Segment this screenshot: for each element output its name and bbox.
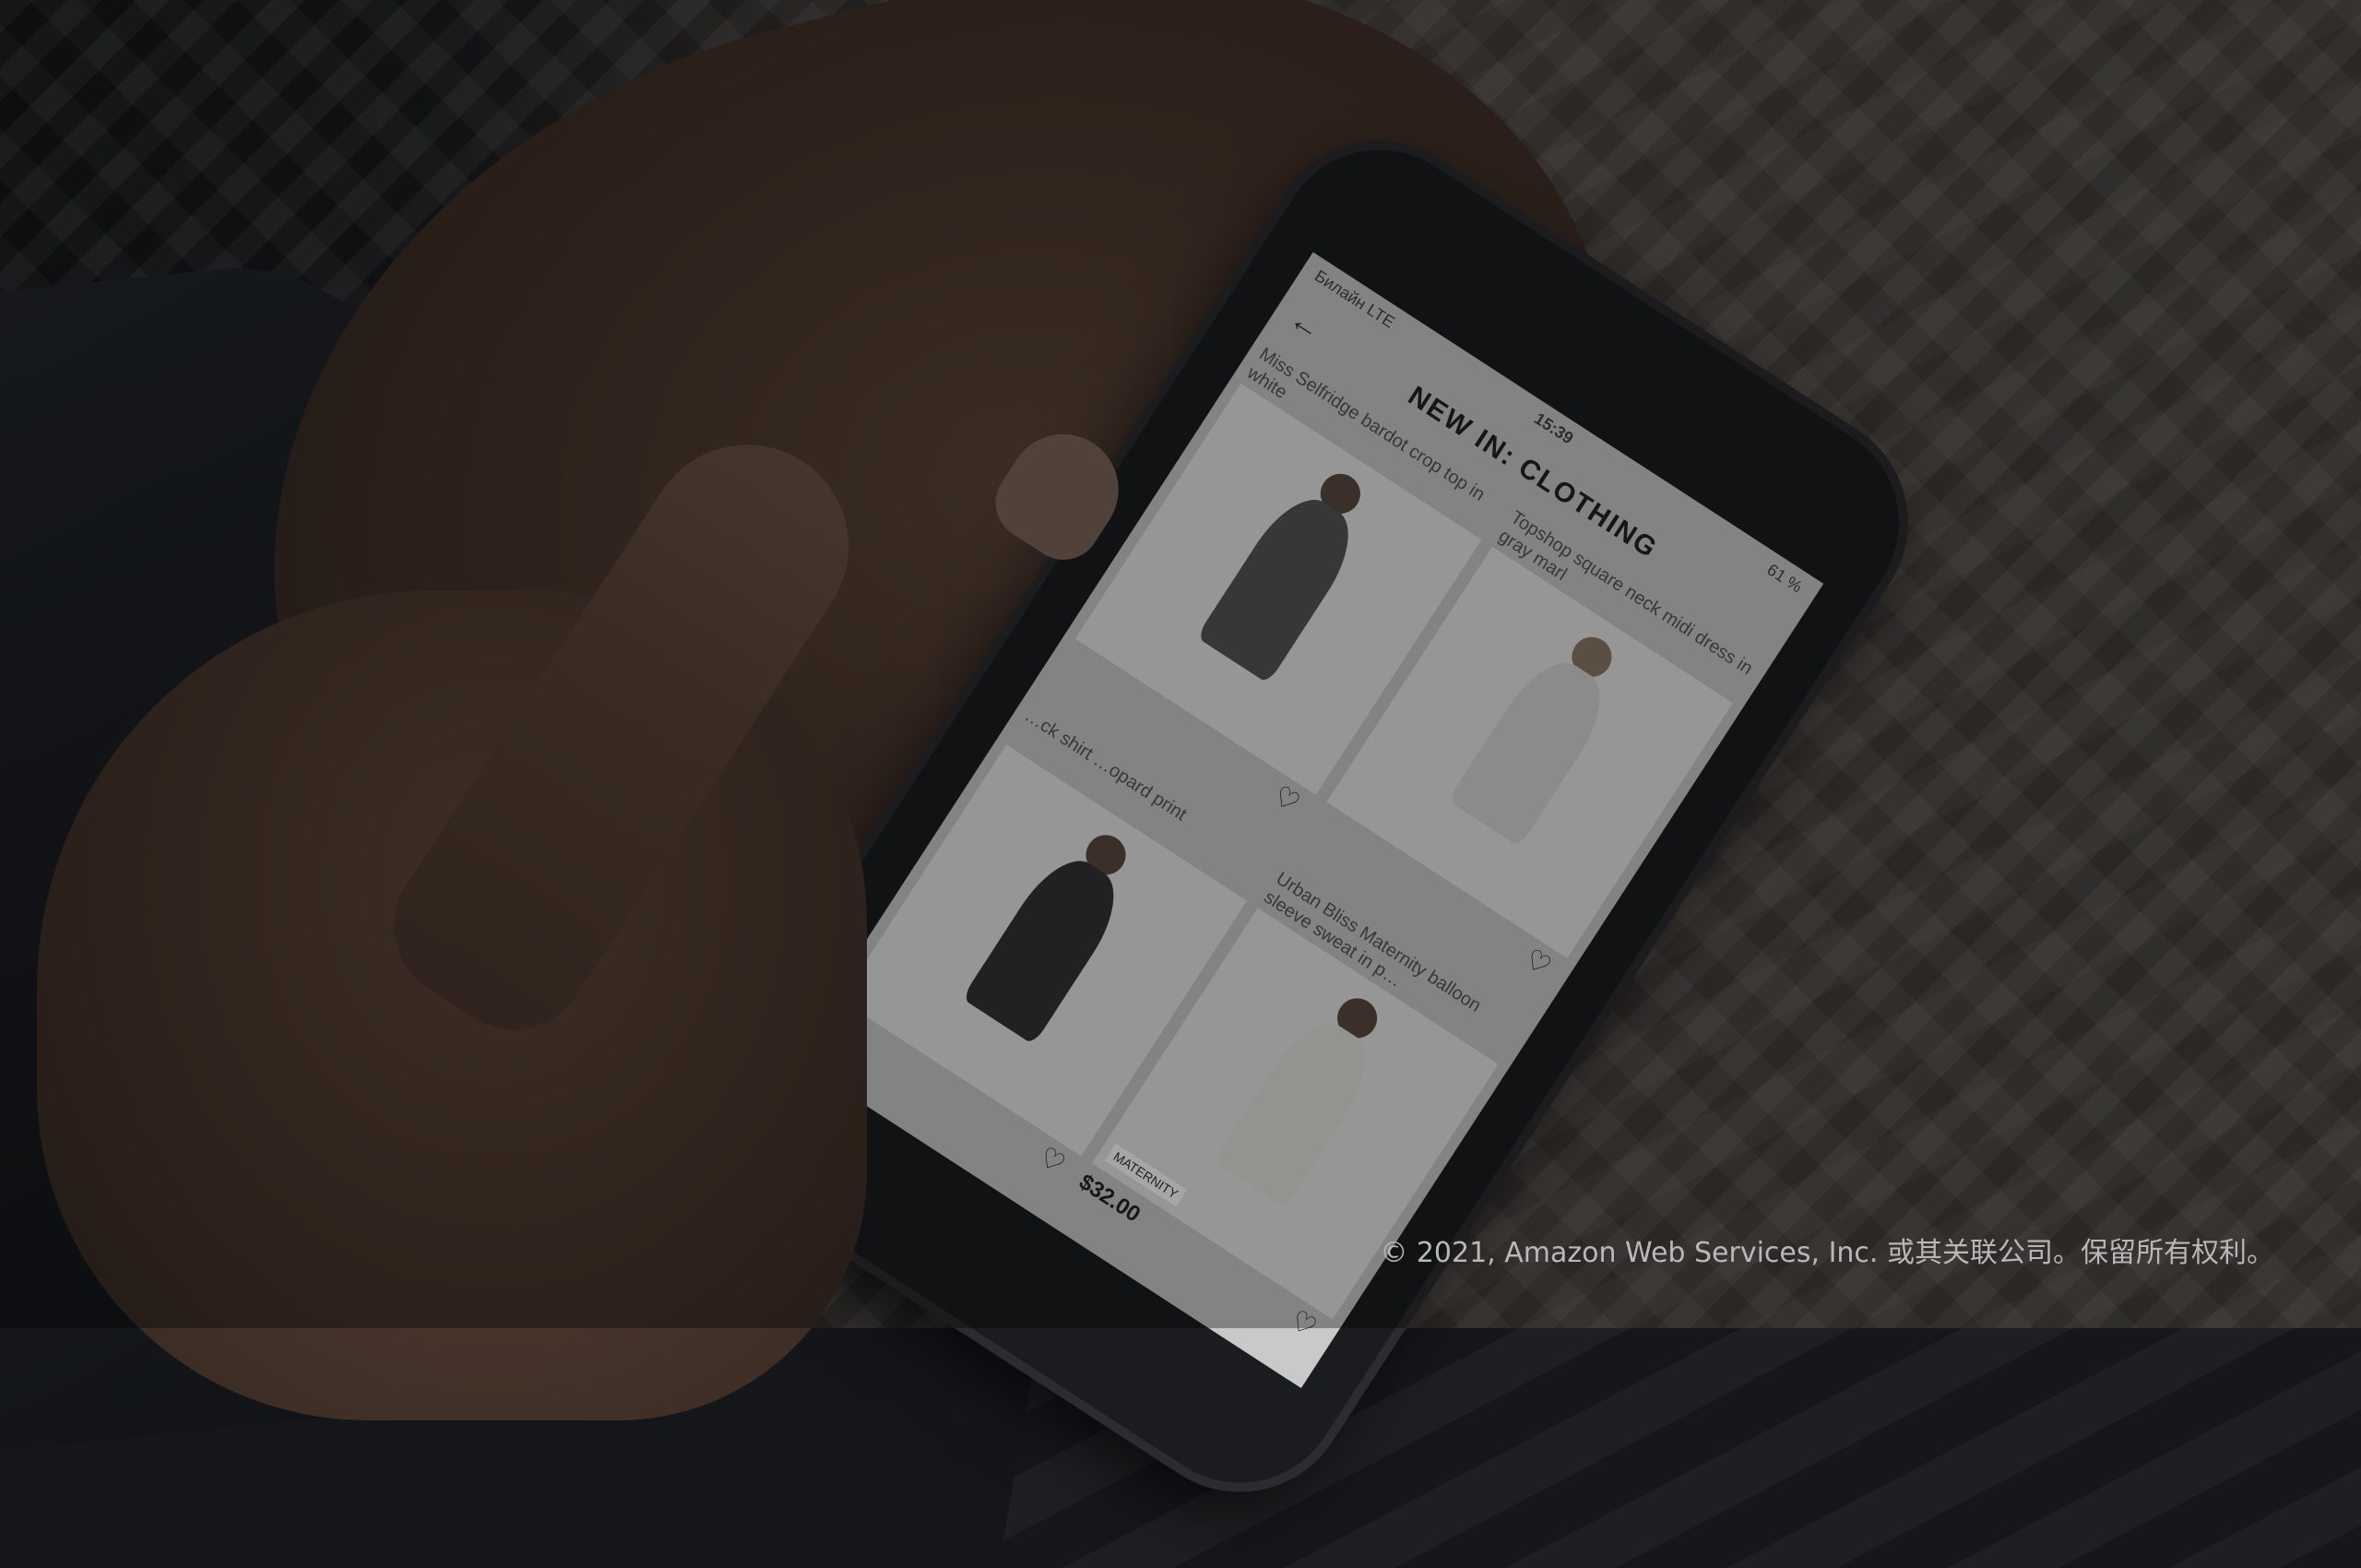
photo-scene: Билайн LTE 15:39 61 % ← NEW IN: CLOTHING… (0, 0, 2361, 1568)
dark-overlay (0, 0, 2361, 1328)
copyright-notice: © 2021, Amazon Web Services, Inc. 或其关联公司… (1380, 1237, 2274, 1269)
